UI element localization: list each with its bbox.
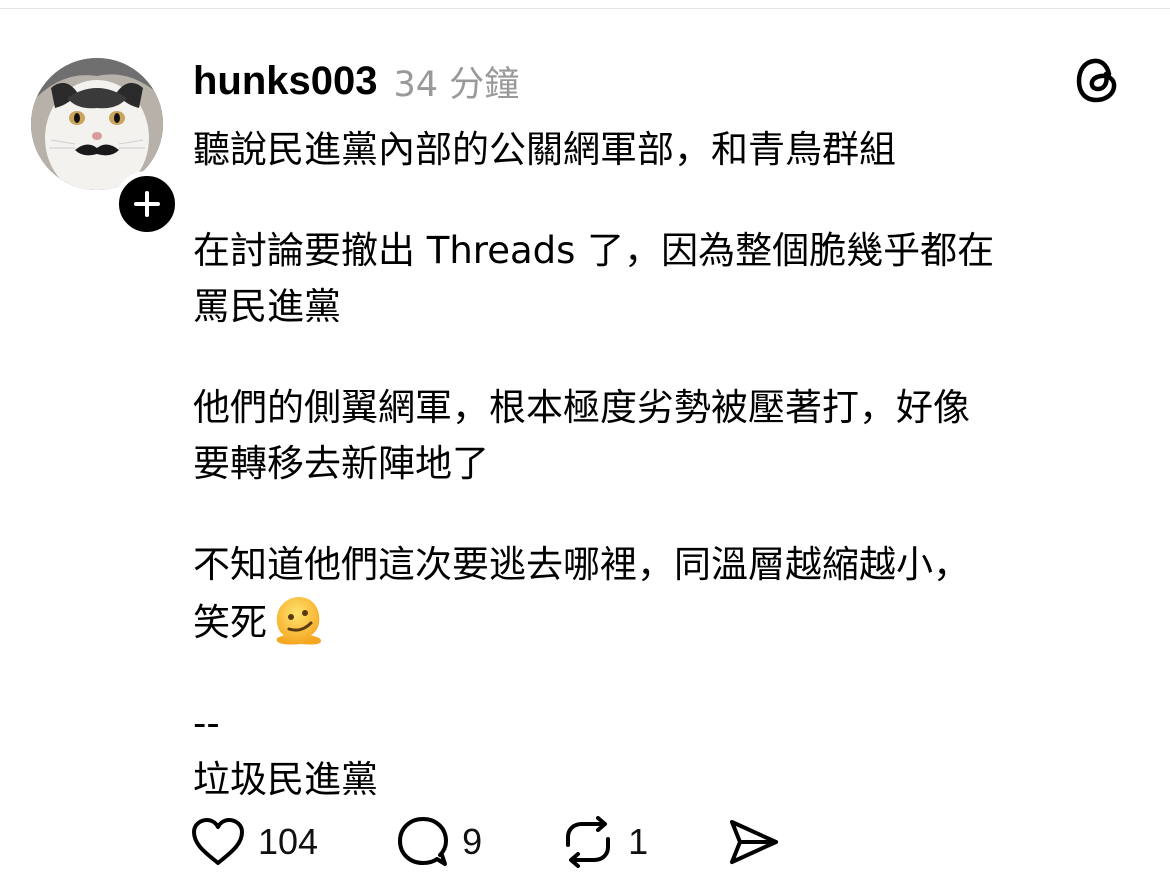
text-line: -- <box>193 702 220 745</box>
send-icon <box>730 820 779 864</box>
reply-button[interactable]: 9 <box>396 815 482 869</box>
text-line: 在討論要撤出 Threads 了，因為整個脆幾乎都在 <box>193 229 995 272</box>
paragraph-3: 他們的側翼網軍，根本極度劣勢被壓著打，好像 要轉移去新陣地了 <box>193 380 1143 492</box>
post-body: 聽說民進黨內部的公關網軍部，和青鳥群組 在討論要撤出 Threads 了，因為整… <box>193 122 1143 808</box>
text-line: 垃圾民進黨 <box>193 758 378 801</box>
threads-logo-icon[interactable] <box>1072 54 1124 106</box>
share-button[interactable] <box>726 817 782 867</box>
thread-post: hunks003 34 分鐘 聽說民進黨內部的公關網軍部，和青鳥群組 在討論要撤… <box>0 0 1170 896</box>
text-line: 笑死 <box>193 601 267 644</box>
heart-icon <box>192 818 244 865</box>
plus-icon <box>134 191 160 217</box>
paragraph-5: -- 垃圾民進黨 <box>193 696 1143 808</box>
paragraph-2: 在討論要撤出 Threads 了，因為整個脆幾乎都在 罵民進黨 <box>193 223 1143 335</box>
text-line: 罵民進黨 <box>193 285 341 328</box>
text-line: 聽說民進黨內部的公關網軍部，和青鳥群組 <box>193 128 896 171</box>
text-line: 他們的側翼網軍，根本極度劣勢被壓著打，好像 <box>193 386 970 429</box>
paragraph-1: 聽說民進黨內部的公關網軍部，和青鳥群組 <box>193 122 1143 178</box>
text-line: 要轉移去新陣地了 <box>193 442 489 485</box>
username[interactable]: hunks003 <box>193 59 378 104</box>
paragraph-4: 不知道他們這次要逃去哪裡，同溫層越縮越小， 笑死 <box>193 537 1143 651</box>
repost-button[interactable]: 1 <box>560 815 648 869</box>
repost-count: 1 <box>628 821 649 862</box>
avatar-container[interactable] <box>31 58 180 237</box>
post-time: 34 分鐘 <box>393 64 520 105</box>
reply-count: 9 <box>462 821 483 862</box>
melting-face-emoji <box>271 593 325 647</box>
repost-icon <box>566 816 611 868</box>
like-button[interactable]: 104 <box>190 817 318 867</box>
text-line: 不知道他們這次要逃去哪裡，同溫層越縮越小， <box>193 543 970 586</box>
comment-bubble-icon <box>398 817 449 866</box>
follow-button[interactable] <box>114 171 180 237</box>
post-actions: 104 9 1 <box>190 812 860 872</box>
post-header: hunks003 34 分鐘 <box>193 54 519 108</box>
like-count: 104 <box>258 821 319 862</box>
